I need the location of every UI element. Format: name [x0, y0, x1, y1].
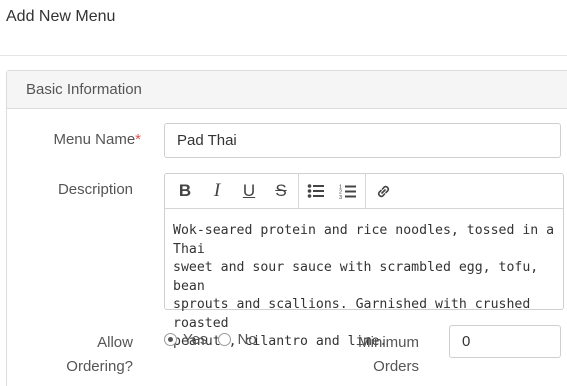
radio-yes-label: Yes	[183, 331, 208, 348]
radio-no-label: No	[237, 331, 257, 348]
editor-toolbar: B I U S 1 2 3	[165, 173, 563, 209]
menu-name-input[interactable]	[164, 123, 561, 158]
svg-text:3: 3	[339, 195, 342, 200]
bold-button[interactable]: B	[169, 177, 201, 205]
menu-name-label-text: Menu Name	[53, 131, 136, 148]
allow-ordering-label-line1: Allow	[97, 334, 133, 351]
page-title: Add New Menu	[6, 8, 116, 25]
panel-header: Basic Information	[7, 71, 567, 109]
link-icon	[377, 185, 389, 197]
bullet-list-icon	[307, 184, 324, 198]
minimum-orders-input[interactable]	[449, 325, 561, 358]
radio-unchecked-icon	[218, 333, 232, 346]
description-label: Description	[57, 181, 133, 198]
allow-ordering-label-line2: Ordering?	[66, 358, 133, 375]
minimum-orders-label-line2: Orders	[373, 358, 419, 375]
toolbar-separator	[298, 173, 299, 209]
allow-ordering-no-radio[interactable]: No	[218, 331, 257, 348]
numbered-list-button[interactable]: 1 2 3	[332, 177, 364, 205]
description-line: sweet and sour sauce with scrambled egg,…	[173, 260, 539, 294]
allow-ordering-yes-radio[interactable]: Yes	[164, 331, 207, 348]
required-asterisk: *	[135, 131, 141, 148]
bullet-list-button[interactable]	[300, 177, 332, 205]
allow-ordering-label: Allow Ordering?	[20, 331, 133, 379]
strikethrough-button[interactable]: S	[265, 177, 297, 205]
description-editor: B I U S 1 2 3 Wok-seared protein and ric…	[164, 173, 564, 349]
numbered-list-icon: 1 2 3	[339, 184, 356, 200]
radio-checked-icon	[164, 333, 177, 346]
underline-button[interactable]: U	[233, 177, 265, 205]
description-line: Wok-seared protein and rice noodles, tos…	[173, 223, 555, 257]
link-button[interactable]	[367, 177, 399, 205]
menu-name-label: Menu Name*	[20, 131, 141, 148]
italic-button[interactable]: I	[201, 177, 233, 205]
toolbar-separator	[365, 173, 366, 209]
allow-ordering-radio-group: Yes No	[164, 331, 268, 348]
minimum-orders-label-line1: Minimum	[358, 334, 419, 351]
title-divider	[0, 55, 567, 56]
minimum-orders-label: Minimum Orders	[320, 331, 419, 379]
